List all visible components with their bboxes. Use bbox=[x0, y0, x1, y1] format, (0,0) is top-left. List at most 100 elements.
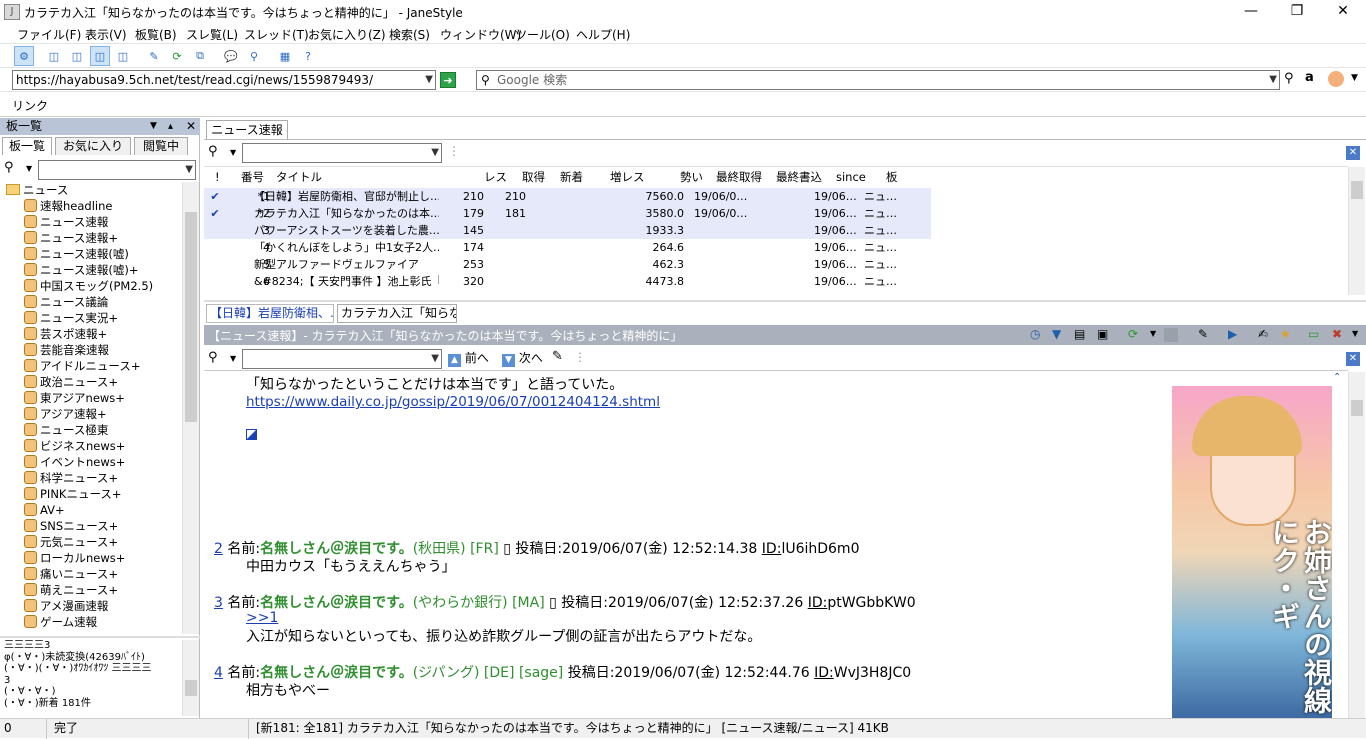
board-item[interactable]: 政治ニュース+ bbox=[24, 374, 208, 390]
tab-thread-2[interactable]: カラテカ入江「知らな… bbox=[337, 304, 457, 323]
page-icon[interactable]: ▤ bbox=[1074, 327, 1085, 341]
col-header[interactable]: since bbox=[836, 167, 866, 187]
tab-browsing[interactable]: 閲覧中 bbox=[134, 137, 188, 155]
star-icon[interactable]: ★ bbox=[1280, 327, 1291, 341]
board-item[interactable]: アメ漫画速報 bbox=[24, 598, 208, 614]
chevron-down-icon[interactable]: ▼ bbox=[431, 144, 439, 162]
pin-icon[interactable]: ▴ bbox=[168, 118, 173, 135]
board-item[interactable]: 痛いニュース+ bbox=[24, 566, 208, 582]
board-item[interactable]: ニュース速報(嘘)+ bbox=[24, 262, 208, 278]
id-label[interactable]: ID: bbox=[762, 541, 782, 557]
id-label[interactable]: ID: bbox=[808, 595, 828, 611]
close-icon[interactable]: ✕ bbox=[1346, 146, 1360, 160]
edit-icon[interactable]: ✎ bbox=[144, 46, 164, 66]
menu-search[interactable]: 検索(S) bbox=[386, 26, 433, 43]
menu-file[interactable]: ファイル(F) bbox=[14, 26, 84, 43]
menu-view[interactable]: 表示(V) bbox=[82, 26, 130, 43]
go-icon[interactable]: ➔ bbox=[440, 72, 456, 88]
col-header[interactable]: 最終書込 bbox=[776, 167, 822, 187]
menu-tools[interactable]: ツール(O) bbox=[512, 26, 573, 43]
board-item[interactable]: 芸スポ速報+ bbox=[24, 326, 208, 342]
board-item[interactable]: AV+ bbox=[24, 502, 208, 518]
layout-3-icon[interactable]: ◫ bbox=[90, 46, 110, 66]
menu-help[interactable]: ヘルプ(H) bbox=[573, 26, 633, 43]
magnifier-icon[interactable]: ⚲ bbox=[4, 160, 14, 175]
search-go-icon[interactable]: ⚲ bbox=[1284, 71, 1294, 86]
board-item[interactable]: 芸能音楽速報 bbox=[24, 342, 208, 358]
thread-row[interactable]: 5 新型アルファードヴェルファイア 253 462.3 19/06… ニュ… bbox=[204, 256, 931, 273]
post-number[interactable]: 3 bbox=[214, 595, 223, 611]
viewer-scrollbar[interactable] bbox=[1348, 372, 1365, 718]
update-all-icon[interactable]: ⧉ bbox=[190, 46, 210, 66]
board-item[interactable]: ニュース議論 bbox=[24, 294, 208, 310]
collapse-up-icon[interactable]: ⌃ bbox=[1333, 372, 1341, 383]
col-header[interactable]: 最終取得 bbox=[716, 167, 762, 187]
chevron-down-icon[interactable]: ▼ bbox=[1352, 329, 1358, 338]
prev-button[interactable]: ▲ 前へ bbox=[448, 350, 489, 367]
col-header[interactable]: 番号 bbox=[241, 167, 264, 187]
splitter-handle-icon[interactable]: ⋮ bbox=[448, 144, 460, 158]
filter-icon[interactable]: ▼ bbox=[1052, 327, 1061, 341]
reply-anchor[interactable]: >>1 bbox=[246, 610, 278, 626]
post-number[interactable]: 2 bbox=[214, 541, 223, 557]
write-icon[interactable]: ✍ bbox=[1258, 327, 1268, 341]
chevron-down-icon[interactable]: ▼ bbox=[185, 161, 193, 179]
col-header[interactable]: 勢い bbox=[680, 167, 703, 187]
layout-4-icon[interactable]: ◫ bbox=[113, 46, 133, 66]
board-item[interactable]: ニュース極東 bbox=[24, 422, 208, 438]
bookmark-icon[interactable]: ▣ bbox=[1097, 327, 1108, 341]
thread-row[interactable]: ✔ *1 【日韓】岩屋防衛相、官邸が制止し… 210 210 7560.0 19/06/0…… bbox=[204, 188, 931, 205]
magnifier-icon[interactable]: ⚲ bbox=[208, 144, 218, 159]
log-scrollbar[interactable] bbox=[182, 640, 199, 716]
close-icon[interactable]: ✕ bbox=[1346, 352, 1360, 366]
splitter[interactable] bbox=[0, 636, 200, 638]
board-item[interactable]: 中国スモッグ(PM2.5) bbox=[24, 278, 208, 294]
post-number[interactable]: 4 bbox=[214, 665, 223, 681]
thread-search-icon[interactable]: 💬 bbox=[221, 46, 241, 66]
viewer-search-input[interactable]: ▼ bbox=[242, 349, 442, 369]
chevron-down-icon[interactable]: ▼ bbox=[1269, 71, 1277, 89]
image-thumbnail-icon[interactable] bbox=[246, 429, 257, 440]
id-label[interactable]: ID: bbox=[814, 665, 834, 681]
minimize-button[interactable]: — bbox=[1228, 0, 1274, 24]
menu-board[interactable]: 板覧(B) bbox=[132, 26, 180, 43]
stop-icon[interactable] bbox=[1164, 328, 1178, 342]
menu-favorites[interactable]: お気に入り(Z) bbox=[305, 26, 389, 43]
tab-thread-1[interactable]: 【日韓】岩屋防衛相、… bbox=[206, 304, 334, 323]
refresh-icon[interactable]: ⟳ bbox=[167, 46, 187, 66]
thread-list-scrollbar[interactable] bbox=[1348, 167, 1365, 295]
delete-log-icon[interactable]: ▭ bbox=[1308, 327, 1319, 341]
chevron-down-icon[interactable]: ▼ bbox=[1150, 329, 1156, 338]
col-header[interactable]: レス bbox=[484, 167, 507, 187]
scrollbar-thumb[interactable] bbox=[185, 680, 197, 696]
splitter[interactable] bbox=[204, 300, 1366, 302]
chevron-down-icon[interactable]: ▼ bbox=[431, 350, 439, 368]
menu-thread[interactable]: スレッド(T) bbox=[241, 26, 312, 43]
reload-icon[interactable]: ⟳ bbox=[1128, 327, 1138, 341]
search-icon[interactable]: ⚲ bbox=[244, 46, 264, 66]
toolbar-scope-icon[interactable]: ⚙ bbox=[14, 46, 34, 66]
board-item[interactable]: ニュース実況+ bbox=[24, 310, 208, 326]
close-thread-icon[interactable]: ✖ bbox=[1332, 327, 1342, 341]
board-item[interactable]: アジア速報+ bbox=[24, 406, 208, 422]
board-item[interactable]: 萌えニュース+ bbox=[24, 582, 208, 598]
ad-banner[interactable]: お姉さんの視線にク・ギ bbox=[1172, 386, 1332, 718]
thread-row[interactable]: 4 「かくれんぼをしよう」中1女子2人… 174 264.6 19/06… ニュ… bbox=[204, 239, 931, 256]
post-link[interactable]: https://www.daily.co.jp/gossip/2019/06/0… bbox=[246, 394, 660, 410]
chevron-down-icon[interactable]: ▼ bbox=[26, 164, 32, 173]
scrollbar-thumb[interactable] bbox=[1351, 400, 1363, 416]
panel-menu-icon[interactable]: ▼ bbox=[150, 118, 157, 135]
board-item[interactable]: イベントnews+ bbox=[24, 454, 208, 470]
col-header[interactable]: 新着 bbox=[560, 167, 583, 187]
pen-icon[interactable]: ✎ bbox=[1198, 327, 1208, 341]
board-item[interactable]: ニュース速報(嘘) bbox=[24, 246, 208, 262]
col-header[interactable]: 増レス bbox=[610, 167, 645, 187]
col-header[interactable]: 板 bbox=[886, 167, 898, 187]
col-header[interactable]: ! bbox=[215, 167, 220, 187]
close-button[interactable]: ✕ bbox=[1320, 0, 1366, 24]
thread-row[interactable]: 3 パワーアシストスーツを装着した農… 145 1933.3 19/06… ニュ… bbox=[204, 222, 931, 239]
board-item[interactable]: ビジネスnews+ bbox=[24, 438, 208, 454]
chevron-down-icon[interactable]: ▼ bbox=[230, 354, 236, 363]
board-filter-input[interactable]: ▼ bbox=[38, 160, 196, 180]
board-item[interactable]: 速報headline bbox=[24, 198, 208, 214]
